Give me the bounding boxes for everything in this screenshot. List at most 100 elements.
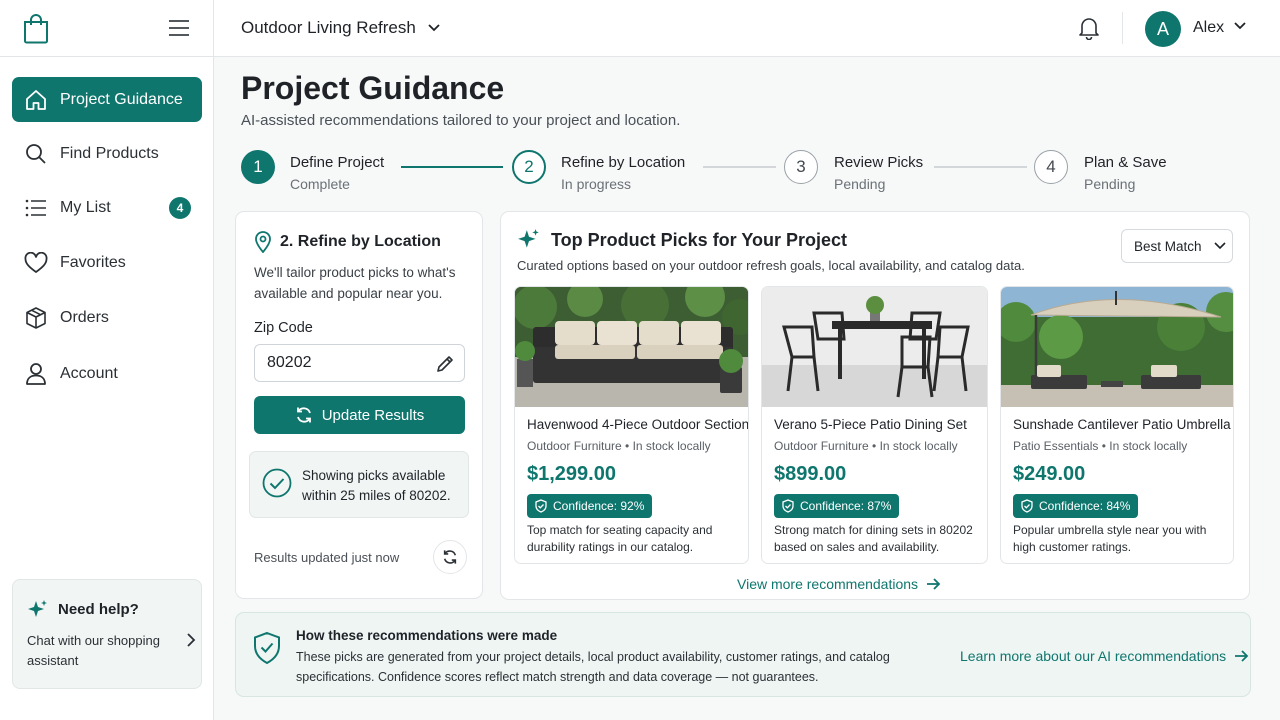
sidebar-item-my-list[interactable]: My List 4: [12, 185, 202, 230]
sidebar-item-label: Favorites: [60, 253, 126, 271]
shield-check-icon: [535, 499, 547, 513]
product-price: $249.00: [1013, 463, 1086, 485]
sparkle-icon: [517, 228, 541, 252]
update-results-button[interactable]: Update Results: [254, 396, 465, 434]
sidebar-item-label: Project Guidance: [60, 90, 183, 108]
confidence-badge: Confidence: 87%: [774, 494, 900, 518]
pencil-icon[interactable]: [436, 355, 454, 373]
sort-dropdown[interactable]: Best Match: [1121, 229, 1233, 263]
location-title: 2. Refine by Location: [280, 233, 441, 250]
zip-label: Zip Code: [254, 320, 313, 336]
user-name[interactable]: Alex: [1193, 19, 1224, 37]
map-pin-icon: [254, 231, 272, 253]
confidence-text: Confidence: 92%: [553, 499, 645, 513]
chevron-down-icon: [428, 24, 440, 32]
product-name[interactable]: Sunshade Cantilever Patio Umbrella: [1013, 417, 1231, 432]
sparkle-icon: [27, 599, 49, 621]
sidebar-item-label: Orders: [60, 308, 109, 326]
picks-subtitle: Curated options based on your outdoor re…: [517, 258, 1025, 273]
product-description: Popular umbrella style near you with hig…: [1013, 523, 1207, 554]
product-image-dining-set[interactable]: [762, 287, 987, 407]
product-card[interactable]: Verano 5-Piece Patio Dining Set Outdoor …: [761, 286, 988, 564]
info-title: How these recommendations were made: [296, 628, 558, 643]
location-status-text: Showing picks available within 25 miles …: [302, 468, 451, 503]
avatar[interactable]: A: [1145, 11, 1181, 47]
learn-more-link[interactable]: Learn more about our AI recommendations: [960, 648, 1249, 664]
page-title: Project Guidance: [241, 70, 505, 106]
product-description: Strong match for dining sets in 80202 ba…: [774, 523, 973, 554]
sidebar-item-label: My List: [60, 198, 111, 216]
arrow-right-icon: [926, 578, 941, 590]
view-more-label: View more recommendations: [737, 576, 919, 592]
product-card[interactable]: Havenwood 4-Piece Outdoor Sectional Outd…: [514, 286, 749, 564]
help-card[interactable]: Need help? Chat with our shopping assist…: [12, 579, 202, 689]
step-1-title: Define Project: [290, 154, 385, 171]
sidebar-header: [0, 0, 213, 57]
info-body: These picks are generated from your proj…: [296, 650, 890, 684]
sidebar-item-favorites[interactable]: Favorites: [12, 240, 202, 285]
refresh-button[interactable]: [433, 540, 467, 574]
step-connector: [934, 166, 1027, 168]
menu-icon[interactable]: [168, 18, 190, 38]
search-icon: [24, 142, 48, 166]
chevron-down-icon: [1213, 242, 1226, 250]
divider: [1122, 12, 1123, 44]
product-meta: Outdoor Furniture • In stock locally: [527, 439, 711, 453]
product-image-sectional[interactable]: [515, 287, 748, 407]
confidence-badge: Confidence: 84%: [1013, 494, 1139, 518]
sidebar-item-label: Account: [60, 364, 118, 382]
sidebar-item-project-guidance[interactable]: Project Guidance: [12, 77, 202, 122]
sidebar: Project Guidance Find Products My List 4…: [0, 0, 214, 720]
sort-label: Best Match: [1134, 238, 1202, 254]
chevron-right-icon: [186, 633, 196, 647]
step-connector: [401, 166, 503, 168]
product-card[interactable]: Sunshade Cantilever Patio Umbrella Patio…: [1000, 286, 1234, 564]
product-name[interactable]: Havenwood 4-Piece Outdoor Sectional: [527, 417, 748, 432]
page-subtitle: AI-assisted recommendations tailored to …: [241, 112, 681, 129]
shield-check-icon: [252, 631, 282, 665]
step-4-title: Plan & Save: [1084, 154, 1167, 171]
step-4-status: Pending: [1084, 176, 1136, 192]
product-image-umbrella[interactable]: [1001, 287, 1233, 407]
step-connector: [703, 166, 776, 168]
shopping-bag-logo-icon[interactable]: [22, 12, 50, 44]
confidence-badge: Confidence: 92%: [527, 494, 653, 518]
chevron-down-icon[interactable]: [1234, 22, 1246, 30]
arrow-right-icon: [1234, 650, 1249, 662]
step-2-status: In progress: [561, 176, 632, 192]
sidebar-item-orders[interactable]: Orders: [12, 295, 202, 340]
step-1-status: Complete: [290, 176, 350, 192]
zip-value: 80202: [267, 354, 312, 371]
step-2-indicator: 2: [512, 150, 546, 184]
zip-code-input[interactable]: 80202: [254, 344, 465, 382]
project-name: Outdoor Living Refresh: [241, 18, 416, 37]
step-4-indicator: 4: [1034, 150, 1068, 184]
top-bar: Outdoor Living Refresh A Alex: [214, 0, 1280, 57]
product-meta: Outdoor Furniture • In stock locally: [774, 439, 958, 453]
help-title: Need help?: [58, 601, 139, 618]
product-name[interactable]: Verano 5-Piece Patio Dining Set: [774, 417, 967, 432]
confidence-text: Confidence: 87%: [800, 499, 892, 513]
shield-check-icon: [1021, 499, 1033, 513]
results-updated-text: Results updated just now: [254, 550, 400, 565]
sidebar-item-find-products[interactable]: Find Products: [12, 131, 202, 176]
list-icon: [24, 196, 48, 220]
bell-icon[interactable]: [1078, 16, 1100, 40]
check-circle-icon: [262, 468, 292, 498]
product-picks-card: Top Product Picks for Your Project Curat…: [500, 211, 1250, 600]
list-count-badge: 4: [169, 197, 191, 219]
box-icon: [24, 306, 48, 330]
learn-more-label: Learn more about our AI recommendations: [960, 648, 1227, 664]
location-status-box: Showing picks available within 25 miles …: [249, 451, 469, 518]
product-price: $899.00: [774, 463, 847, 485]
view-more-link[interactable]: View more recommendations: [737, 576, 941, 592]
user-icon: [24, 362, 48, 386]
shield-check-icon: [782, 499, 794, 513]
step-1-indicator: 1: [241, 150, 275, 184]
sidebar-item-account[interactable]: Account: [12, 351, 202, 396]
project-selector[interactable]: Outdoor Living Refresh: [241, 18, 440, 38]
help-subtitle: Chat with our shopping assistant: [27, 633, 160, 668]
update-results-label: Update Results: [321, 406, 425, 424]
refresh-icon: [295, 406, 313, 424]
location-card: 2. Refine by Location We'll tailor produ…: [235, 211, 483, 599]
